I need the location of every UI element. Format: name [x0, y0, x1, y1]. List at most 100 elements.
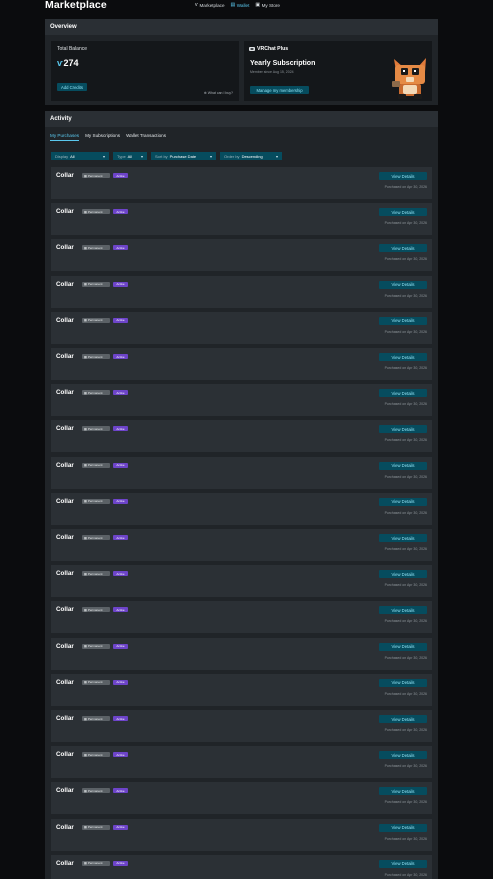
order-by-dropdown[interactable]: Order by Descending ▾	[220, 152, 282, 160]
balance-value: ⱱ 274	[57, 58, 79, 68]
purchase-date: Purchased on Apr 30, 2026	[384, 619, 427, 624]
purchase-row: Collar ▩ Permanent Active View Details Purcha…	[51, 311, 432, 344]
lock-icon: ▩	[84, 463, 87, 468]
item-name: Collar	[56, 389, 74, 397]
item-name: Collar	[56, 280, 74, 288]
view-details-button[interactable]: View Details	[379, 316, 427, 325]
lock-icon: ▩	[84, 426, 87, 431]
permanent-badge: ▩ Permanent	[82, 498, 110, 504]
permanent-badge: ▩ Permanent	[82, 354, 110, 359]
item-name: Collar	[56, 678, 74, 686]
view-details-button[interactable]: View Details	[379, 497, 427, 506]
permanent-badge: ▩ Permanent	[82, 209, 110, 215]
lock-icon: ▩	[84, 861, 87, 866]
view-details-button[interactable]: View Details	[379, 787, 427, 796]
lock-icon: ▩	[84, 680, 87, 685]
view-details-button[interactable]: View Details	[379, 642, 427, 651]
permanent-badge: ▩ Permanent	[82, 860, 110, 866]
permanent-badge-label: Permanent	[87, 788, 103, 793]
permanent-badge: ▩ Permanent	[82, 679, 110, 685]
permanent-badge: ▩ Permanent	[82, 788, 110, 794]
purchase-row: Collar ▩ Permanent Active View Details Purcha…	[51, 818, 432, 851]
order-by-value: Descending	[241, 153, 263, 159]
item-name: Collar	[56, 823, 74, 831]
permanent-badge: ▩ Permanent	[82, 643, 110, 649]
vrchat-plus-card: VRChat Plus Yearly Subscription Member s…	[244, 41, 432, 101]
view-details-button[interactable]: View Details	[379, 461, 427, 470]
nav-wallet[interactable]: ▤ Wallet	[231, 2, 250, 8]
view-details-button[interactable]: View Details	[379, 534, 427, 542]
permanent-badge: ▩ Permanent	[82, 607, 110, 613]
purchase-date: Purchased on Apr 30, 2026	[384, 293, 427, 298]
lock-icon: ▩	[84, 644, 87, 649]
permanent-badge: ▩ Permanent	[82, 752, 110, 758]
view-details-button[interactable]: View Details	[379, 244, 427, 253]
view-details-button[interactable]: View Details	[379, 606, 427, 615]
what-can-i-buy-link[interactable]: ⊕ What can I buy?	[204, 91, 233, 95]
permanent-badge-label: Permanent	[87, 426, 103, 431]
status-badge: Active	[113, 426, 128, 432]
view-details-button[interactable]: View Details	[379, 208, 427, 217]
view-details-button[interactable]: View Details	[379, 823, 427, 832]
nav-marketplace[interactable]: ⱱ Marketplace	[195, 2, 225, 8]
status-badge: Active	[113, 173, 128, 178]
subscription-plan: Yearly Subscription	[250, 60, 316, 67]
type-filter-dropdown[interactable]: Type All ▾	[113, 152, 147, 160]
permanent-badge-label: Permanent	[87, 499, 103, 504]
status-badge: Active	[113, 788, 128, 794]
status-badge: Active	[113, 679, 128, 685]
chevron-down-icon: ▾	[102, 153, 105, 159]
overview-heading: Overview	[45, 19, 438, 35]
chevron-down-icon: ▾	[140, 153, 143, 159]
item-name: Collar	[56, 642, 74, 650]
view-details-button[interactable]: View Details	[379, 353, 427, 361]
sort-by-label: Sort by	[155, 153, 168, 159]
display-filter-dropdown[interactable]: Display All ▾	[51, 152, 109, 160]
lock-icon: ▩	[84, 571, 87, 576]
tab-my-purchases[interactable]: My Purchases	[50, 133, 80, 141]
purchase-date: Purchased on Apr 30, 2026	[384, 872, 427, 877]
top-bar: Marketplace ⱱ Marketplace ▤ Wallet ▣ My …	[45, 0, 437, 13]
status-badge: Active	[113, 462, 128, 468]
purchase-date: Purchased on Apr 30, 2026	[384, 402, 427, 407]
view-details-button[interactable]: View Details	[379, 715, 427, 723]
add-credits-button[interactable]: Add Credits	[57, 83, 87, 91]
purchase-date: Purchased on Apr 30, 2026	[384, 547, 427, 551]
view-details-button[interactable]: View Details	[379, 172, 427, 180]
permanent-badge: ▩ Permanent	[82, 245, 110, 251]
lock-icon: ▩	[84, 607, 87, 612]
vrc-credit-icon: ⱱ	[57, 58, 63, 68]
purchase-row: Collar ▩ Permanent Active View Details Purcha…	[51, 529, 432, 561]
purchase-date: Purchased on Apr 30, 2026	[384, 691, 427, 696]
permanent-badge-label: Permanent	[87, 245, 103, 250]
vrchat-plus-header: VRChat Plus	[249, 46, 288, 52]
view-details-button[interactable]: View Details	[379, 425, 427, 434]
status-badge: Active	[113, 209, 128, 215]
permanent-badge: ▩ Permanent	[82, 535, 110, 540]
permanent-badge-label: Permanent	[87, 209, 103, 214]
view-details-button[interactable]: View Details	[379, 280, 427, 289]
view-details-button[interactable]: View Details	[379, 751, 427, 760]
mascot-image	[392, 58, 426, 99]
permanent-badge-label: Permanent	[87, 282, 103, 287]
view-details-button[interactable]: View Details	[379, 859, 427, 868]
tab-wallet-transactions[interactable]: Wallet Transactions	[126, 133, 166, 141]
purchase-row: Collar ▩ Permanent Active View Details Purcha…	[51, 420, 432, 453]
page-title: Marketplace	[45, 0, 107, 11]
lock-icon: ▩	[84, 245, 87, 250]
view-details-button[interactable]: View Details	[379, 389, 427, 398]
view-details-button[interactable]: View Details	[379, 570, 427, 579]
manage-membership-button[interactable]: Manage my membership	[250, 86, 309, 94]
display-filter-value: All	[70, 153, 75, 159]
sort-by-dropdown[interactable]: Sort by Purchase Date ▾	[151, 152, 216, 160]
balance-label: Total Balance	[57, 46, 88, 52]
status-badge: Active	[113, 245, 128, 251]
nav-my-store[interactable]: ▣ My Store	[255, 2, 280, 8]
tab-my-subscriptions[interactable]: My Subscriptions	[85, 133, 120, 141]
purchase-date: Purchased on Apr 30, 2026	[384, 836, 427, 841]
permanent-badge: ▩ Permanent	[82, 390, 110, 396]
lock-icon: ▩	[84, 535, 87, 540]
marketplace-icon: ⱱ	[195, 2, 198, 8]
item-name: Collar	[56, 606, 74, 614]
view-details-button[interactable]: View Details	[379, 678, 427, 687]
